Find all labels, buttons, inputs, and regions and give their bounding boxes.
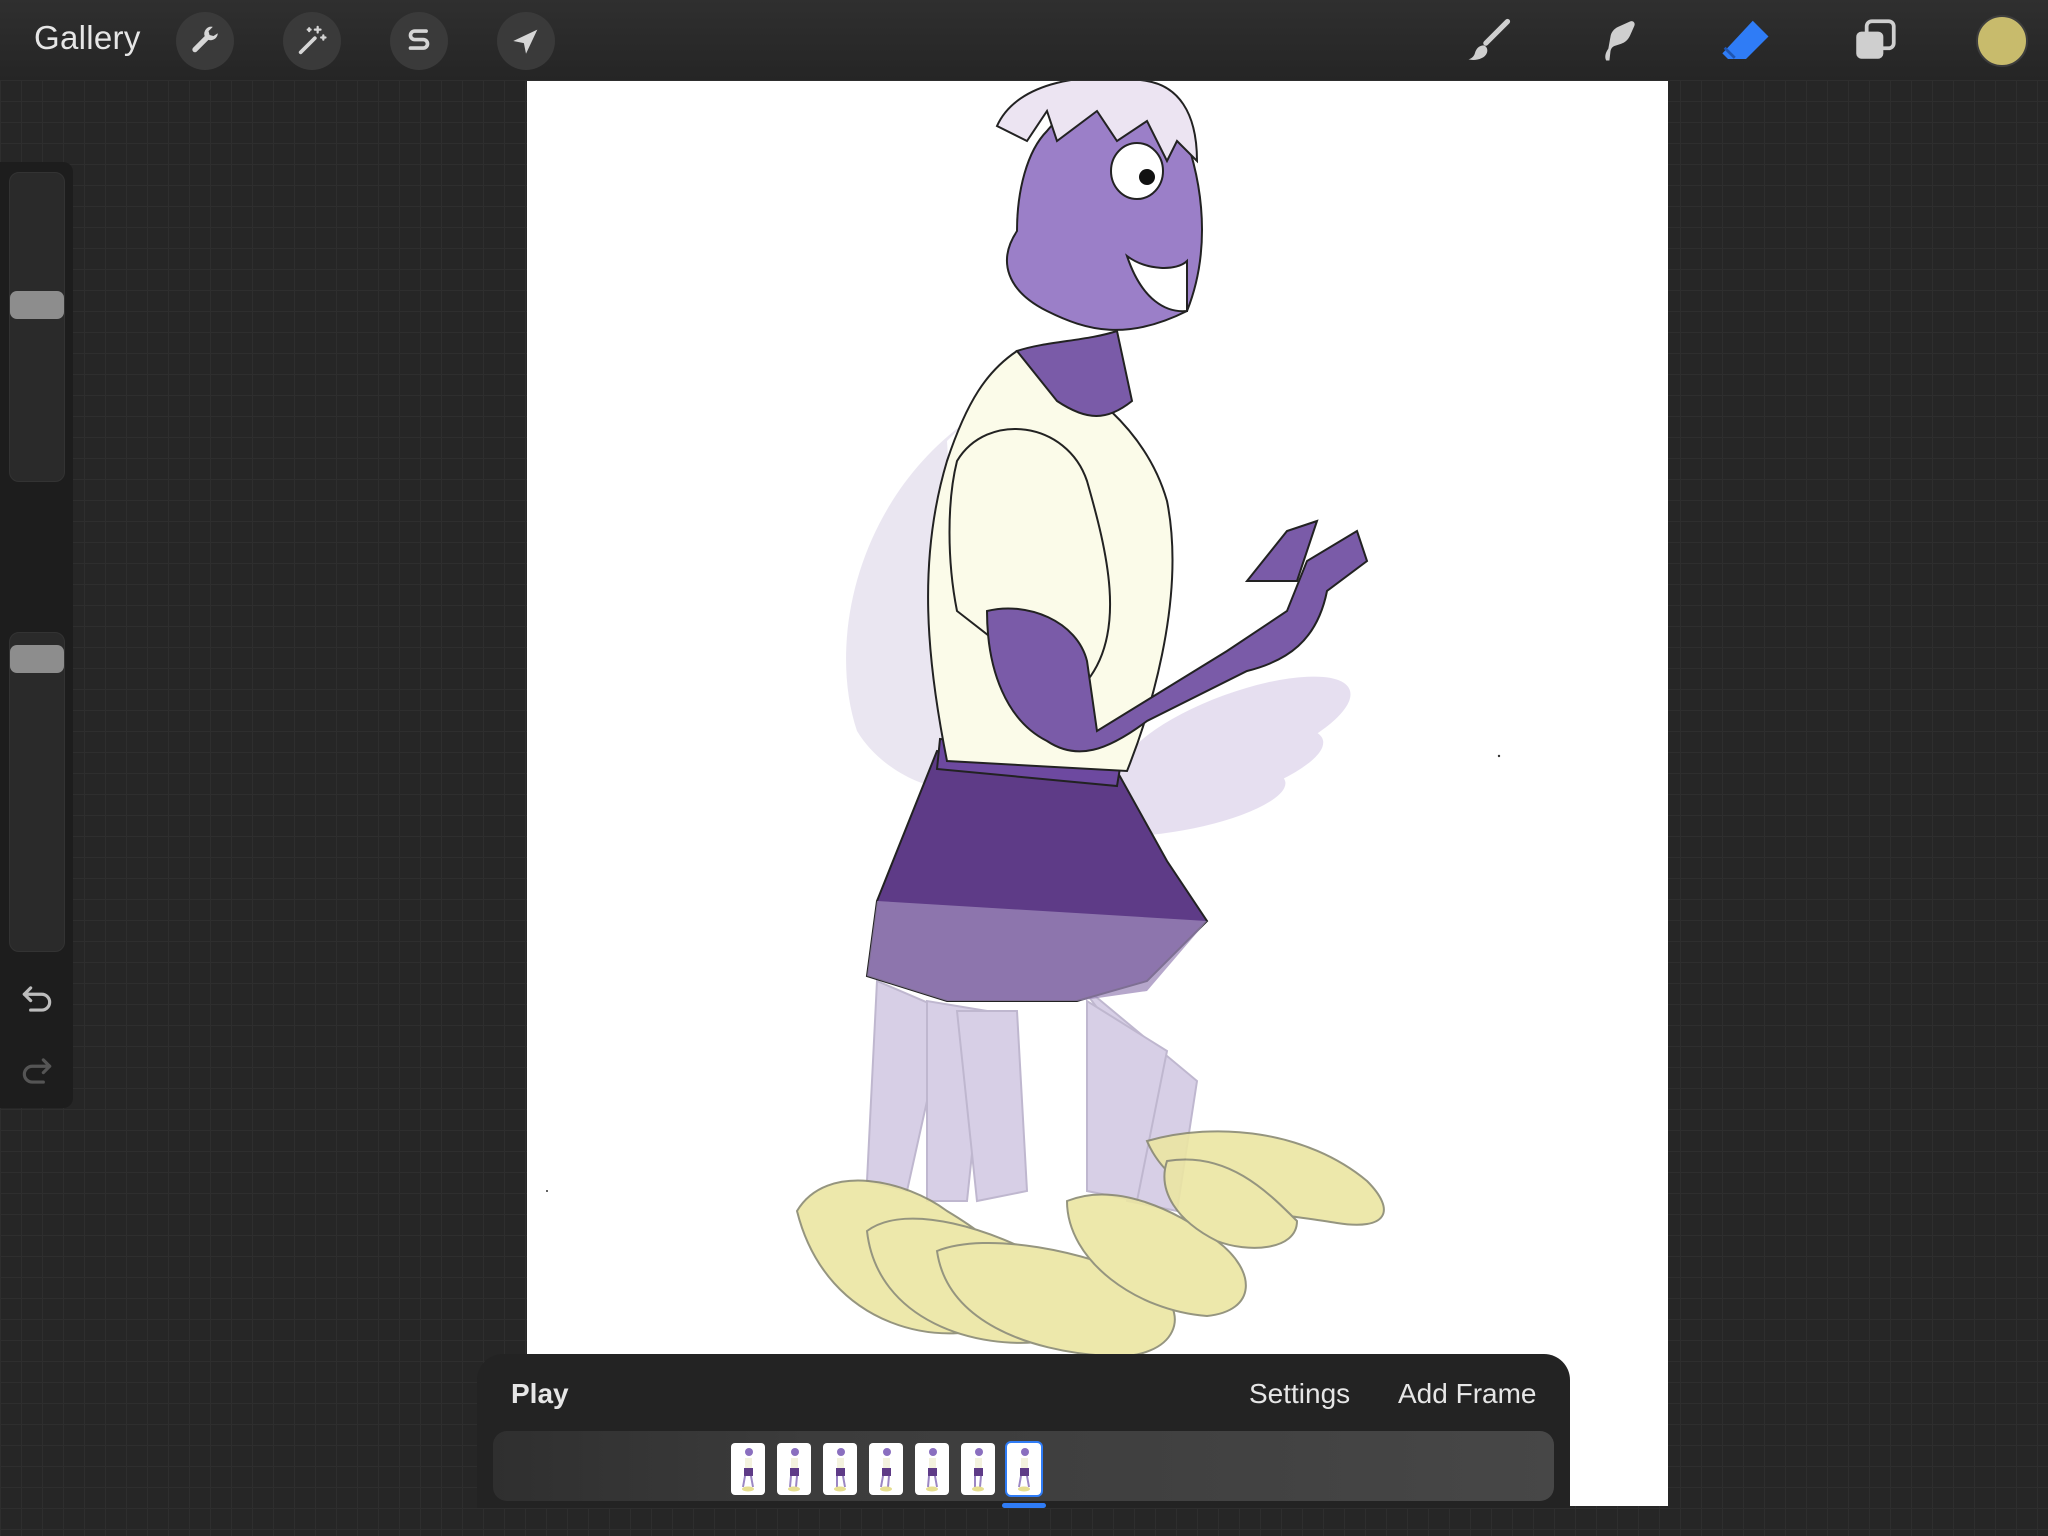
- selected-frame-indicator: [1002, 1503, 1046, 1508]
- frame-thumbnail[interactable]: [777, 1443, 811, 1495]
- smudge-icon: [1605, 21, 1635, 61]
- magic-wand-icon: [298, 25, 327, 55]
- adjustments-button[interactable]: [283, 12, 341, 70]
- eraser-icon: [1722, 20, 1769, 59]
- opacity-slider[interactable]: [9, 632, 65, 952]
- opacity-slider-thumb[interactable]: [10, 644, 64, 673]
- top-toolbar: Gallery: [0, 0, 2048, 80]
- frame-thumbnail[interactable]: [869, 1443, 903, 1495]
- animation-assist-panel: Play Settings Add Frame: [477, 1354, 1570, 1508]
- selection-button[interactable]: [390, 12, 448, 70]
- character-artwork: [546, 76, 1501, 1358]
- frame-thumbnail[interactable]: [731, 1443, 765, 1495]
- layers-icon: [1856, 19, 1896, 59]
- brush-tool-button[interactable]: [1457, 10, 1519, 72]
- frame-thumbnail[interactable]: [1007, 1443, 1041, 1495]
- frame-timeline[interactable]: [493, 1431, 1554, 1501]
- frame-thumbnail[interactable]: [915, 1443, 949, 1495]
- frame-thumbnail[interactable]: [823, 1443, 857, 1495]
- play-button[interactable]: Play: [511, 1378, 569, 1410]
- wrench-icon: [192, 26, 218, 53]
- frame-thumbnail[interactable]: [961, 1443, 995, 1495]
- left-sidebar: [0, 162, 73, 1108]
- brush-size-slider-thumb[interactable]: [10, 291, 64, 320]
- add-frame-button[interactable]: Add Frame: [1398, 1378, 1537, 1410]
- transform-button[interactable]: [497, 12, 555, 70]
- gallery-button[interactable]: Gallery: [34, 19, 141, 57]
- actions-button[interactable]: [176, 12, 234, 70]
- drawing-canvas[interactable]: [527, 76, 1668, 1506]
- brush-size-slider[interactable]: [9, 172, 65, 482]
- brush-icon: [1468, 18, 1511, 60]
- selection-s-icon: [408, 29, 430, 50]
- smudge-tool-button[interactable]: [1586, 10, 1648, 72]
- eraser-tool-button[interactable]: [1715, 10, 1777, 72]
- undo-icon[interactable]: [18, 980, 56, 1018]
- arrow-cursor-icon: [513, 29, 538, 54]
- layers-button[interactable]: [1844, 10, 1906, 72]
- color-picker-button[interactable]: [1976, 15, 2028, 67]
- redo-icon[interactable]: [18, 1052, 56, 1090]
- settings-button[interactable]: Settings: [1249, 1378, 1350, 1410]
